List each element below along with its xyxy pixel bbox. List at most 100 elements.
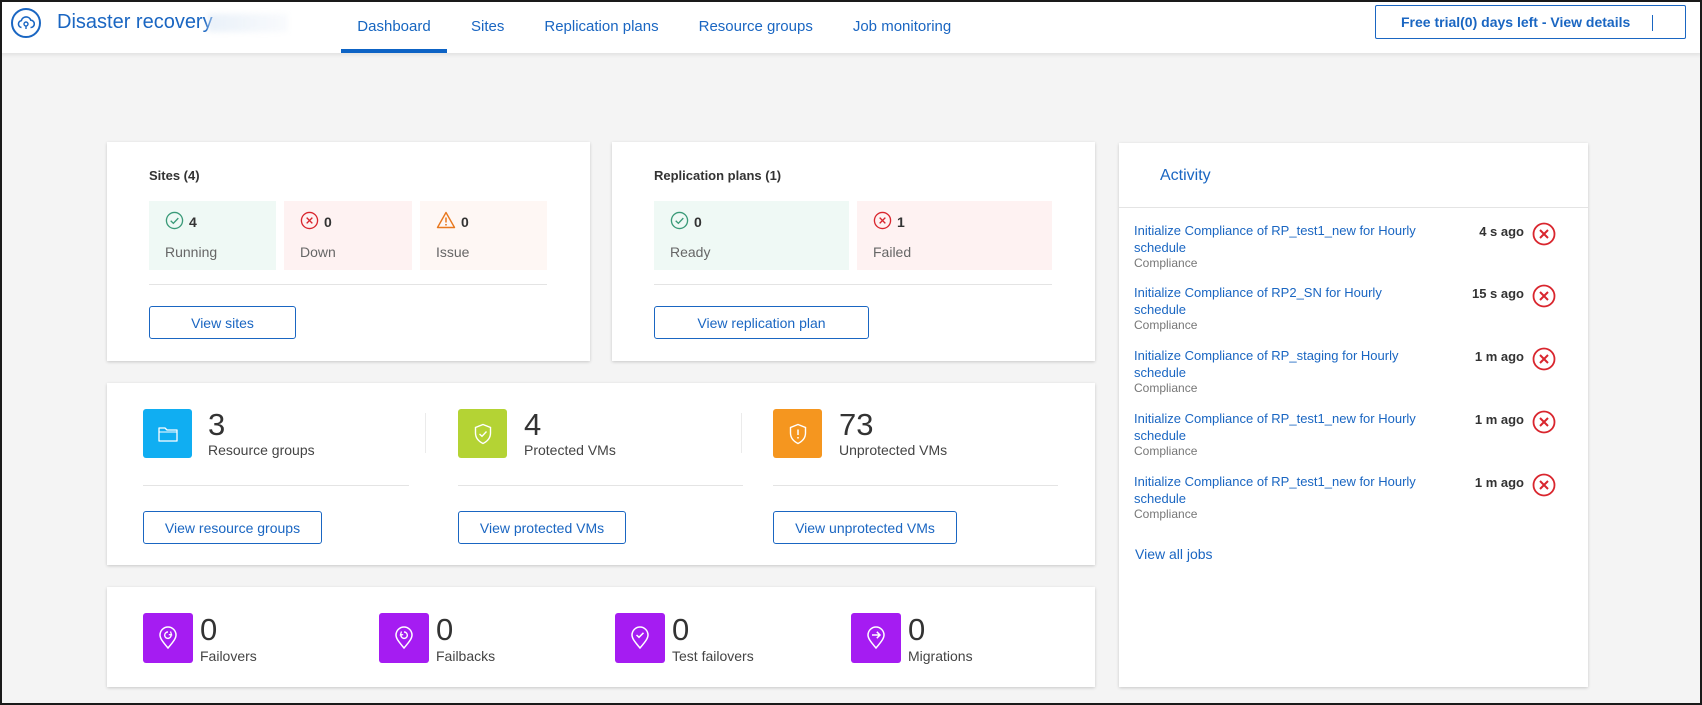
replication-ready-label: Ready <box>670 244 711 260</box>
replication-failed-label: Failed <box>873 244 912 260</box>
free-trial-label: Free trial(0) days left - View details <box>1401 14 1631 30</box>
activity-time: 4 s ago <box>1479 224 1524 239</box>
activity-item: Initialize Compliance of RP_test1_new fo… <box>1134 222 1574 271</box>
replication-failed-tile[interactable]: 1 Failed <box>857 201 1052 270</box>
replication-failed-count: 1 <box>897 214 905 230</box>
sites-issue-tile[interactable]: 0 Issue <box>420 201 547 270</box>
test-failovers-label: Test failovers <box>672 648 754 664</box>
activity-link[interactable]: Initialize Compliance of RP2_SN for Hour… <box>1134 284 1424 318</box>
activity-title: Activity <box>1160 167 1211 184</box>
activity-category: Compliance <box>1134 318 1198 332</box>
failbacks-count: 0 <box>436 612 454 647</box>
unprotected-vms-count: 73 <box>839 407 874 442</box>
activity-item: Initialize Compliance of RP_test1_new fo… <box>1134 473 1574 522</box>
divider <box>458 485 743 486</box>
replication-ready-tile[interactable]: 0 Ready <box>654 201 849 270</box>
protected-vms-label: Protected VMs <box>524 442 616 458</box>
x-circle-icon <box>873 211 892 233</box>
free-trial-button[interactable]: Free trial(0) days left - View details <box>1375 5 1686 39</box>
sites-down-tile[interactable]: 0 Down <box>284 201 412 270</box>
sites-card: Sites (4) 4 Running 0 Down 0 Issue View … <box>107 142 590 361</box>
redacted-text <box>208 14 288 32</box>
view-resource-groups-button[interactable]: View resource groups <box>143 511 322 544</box>
divider <box>1652 15 1653 31</box>
activity-item: Initialize Compliance of RP_staging for … <box>1134 347 1574 396</box>
replication-ready-count: 0 <box>694 214 702 230</box>
folder-icon <box>143 409 192 458</box>
shield-alert-icon <box>773 409 822 458</box>
tab-dashboard[interactable]: Dashboard <box>341 0 447 53</box>
tab-sites[interactable]: Sites <box>471 0 504 53</box>
test-failover-pin-icon <box>615 613 665 663</box>
sites-down-count: 0 <box>324 214 332 230</box>
sites-issue-count: 0 <box>461 213 469 230</box>
divider <box>741 413 742 453</box>
x-circle-icon <box>300 211 319 233</box>
check-circle-icon <box>165 211 184 233</box>
view-sites-button[interactable]: View sites <box>149 306 296 339</box>
failback-pin-icon <box>379 613 429 663</box>
failed-status-icon <box>1532 347 1556 376</box>
activity-category: Compliance <box>1134 256 1198 270</box>
activity-time: 1 m ago <box>1474 349 1524 364</box>
view-unprotected-vms-button[interactable]: View unprotected VMs <box>773 511 957 544</box>
sites-running-count: 4 <box>189 214 197 230</box>
activity-item: Initialize Compliance of RP_test1_new fo… <box>1134 410 1574 459</box>
shield-check-icon <box>458 409 507 458</box>
failbacks-label: Failbacks <box>436 648 496 664</box>
activity-time: 15 s ago <box>1471 286 1524 301</box>
view-all-jobs-link[interactable]: View all jobs <box>1135 546 1213 562</box>
migrations-count: 0 <box>908 612 926 647</box>
check-circle-icon <box>670 211 689 233</box>
sites-running-label: Running <box>165 244 218 260</box>
activity-link[interactable]: Initialize Compliance of RP_test1_new fo… <box>1134 222 1424 256</box>
activity-link[interactable]: Initialize Compliance of RP_test1_new fo… <box>1134 473 1424 507</box>
tab-replication-plans[interactable]: Replication plans <box>544 0 658 53</box>
divider <box>1119 207 1588 208</box>
resource-groups-count: 3 <box>208 407 226 442</box>
warning-triangle-icon <box>436 211 456 232</box>
failed-status-icon <box>1532 410 1556 439</box>
view-replication-plan-button[interactable]: View replication plan <box>654 306 869 339</box>
protected-vms-count: 4 <box>524 407 542 442</box>
divider <box>773 485 1058 486</box>
failovers-label: Failovers <box>200 648 257 664</box>
resource-groups-label: Resource groups <box>208 442 315 458</box>
operations-card: 0 Failovers 0 Failbacks 0 Test failovers… <box>107 587 1095 687</box>
cloud-recovery-icon[interactable] <box>11 8 41 38</box>
main-nav: Dashboard Sites Replication plans Resour… <box>341 0 991 53</box>
replication-plans-card: Replication plans (1) 0 Ready 1 Failed V… <box>612 142 1095 361</box>
sites-running-tile[interactable]: 4 Running <box>149 201 276 270</box>
divider <box>149 284 547 285</box>
activity-card: Activity Initialize Compliance of RP_tes… <box>1119 143 1588 687</box>
divider <box>143 485 409 486</box>
unprotected-vms-label: Unprotected VMs <box>839 442 948 458</box>
activity-item: Initialize Compliance of RP2_SN for Hour… <box>1134 284 1574 333</box>
failed-status-icon <box>1532 284 1556 313</box>
tab-resource-groups[interactable]: Resource groups <box>699 0 813 53</box>
inventory-card: 3 Resource groups View resource groups 4… <box>107 383 1095 565</box>
tab-job-monitoring[interactable]: Job monitoring <box>853 0 951 53</box>
failed-status-icon <box>1532 222 1556 251</box>
activity-category: Compliance <box>1134 507 1198 521</box>
test-failovers-count: 0 <box>672 612 690 647</box>
failover-pin-icon <box>143 613 193 663</box>
sites-issue-label: Issue <box>436 244 470 260</box>
top-header: Disaster recovery Dashboard Sites Replic… <box>0 0 1702 53</box>
activity-category: Compliance <box>1134 444 1198 458</box>
sites-title: Sites (4) <box>149 168 200 183</box>
activity-time: 1 m ago <box>1474 475 1524 490</box>
divider <box>425 413 426 453</box>
failovers-count: 0 <box>200 612 218 647</box>
view-protected-vms-button[interactable]: View protected VMs <box>458 511 626 544</box>
activity-category: Compliance <box>1134 381 1198 395</box>
activity-time: 1 m ago <box>1474 412 1524 427</box>
sites-down-label: Down <box>300 244 336 260</box>
activity-link[interactable]: Initialize Compliance of RP_staging for … <box>1134 347 1424 381</box>
migrations-label: Migrations <box>908 648 973 664</box>
failed-status-icon <box>1532 473 1556 502</box>
app-title: Disaster recovery <box>57 11 213 33</box>
activity-link[interactable]: Initialize Compliance of RP_test1_new fo… <box>1134 410 1424 444</box>
migration-pin-icon <box>851 613 901 663</box>
divider <box>654 284 1052 285</box>
